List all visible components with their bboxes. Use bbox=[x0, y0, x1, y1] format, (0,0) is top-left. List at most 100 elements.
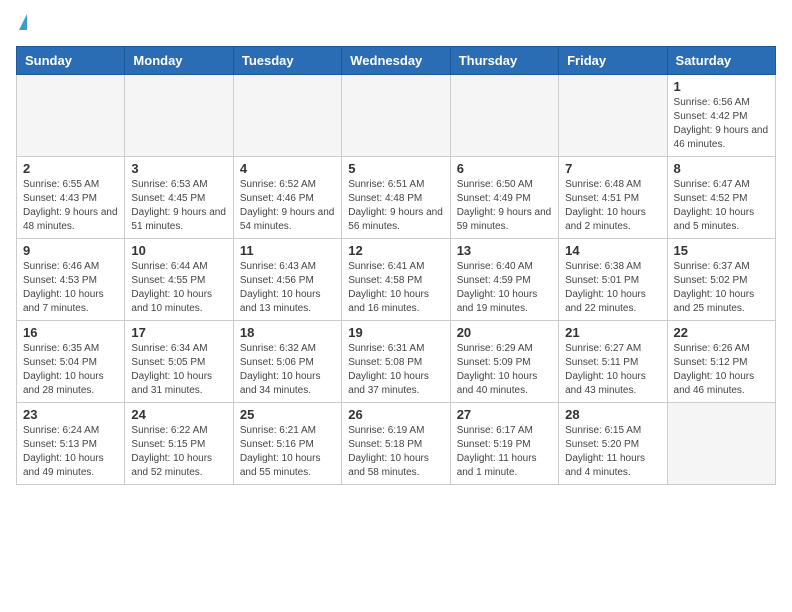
day-number: 11 bbox=[240, 243, 335, 258]
day-number: 26 bbox=[348, 407, 443, 422]
day-info: Sunrise: 6:32 AM Sunset: 5:06 PM Dayligh… bbox=[240, 342, 335, 398]
day-info: Sunrise: 6:38 AM Sunset: 5:01 PM Dayligh… bbox=[565, 260, 660, 316]
day-info: Sunrise: 6:26 AM Sunset: 5:12 PM Dayligh… bbox=[674, 342, 769, 398]
calendar-cell: 22 Sunrise: 6:26 AM Sunset: 5:12 PM Dayli… bbox=[667, 321, 775, 403]
day-info: Sunrise: 6:41 AM Sunset: 4:58 PM Dayligh… bbox=[348, 260, 443, 316]
calendar-cell: 6 Sunrise: 6:50 AM Sunset: 4:49 PM Daylig… bbox=[450, 157, 558, 239]
calendar-cell: 23 Sunrise: 6:24 AM Sunset: 5:13 PM Dayli… bbox=[17, 403, 125, 485]
day-number: 7 bbox=[565, 161, 660, 176]
calendar-cell bbox=[125, 75, 233, 157]
calendar-header-row: SundayMondayTuesdayWednesdayThursdayFrid… bbox=[17, 47, 776, 75]
calendar-week-row: 9 Sunrise: 6:46 AM Sunset: 4:53 PM Daylig… bbox=[17, 239, 776, 321]
weekday-header: Saturday bbox=[667, 47, 775, 75]
day-number: 19 bbox=[348, 325, 443, 340]
day-info: Sunrise: 6:17 AM Sunset: 5:19 PM Dayligh… bbox=[457, 424, 552, 480]
calendar-cell: 9 Sunrise: 6:46 AM Sunset: 4:53 PM Daylig… bbox=[17, 239, 125, 321]
day-number: 25 bbox=[240, 407, 335, 422]
calendar-cell: 1 Sunrise: 6:56 AM Sunset: 4:42 PM Daylig… bbox=[667, 75, 775, 157]
day-info: Sunrise: 6:48 AM Sunset: 4:51 PM Dayligh… bbox=[565, 178, 660, 234]
day-number: 4 bbox=[240, 161, 335, 176]
day-info: Sunrise: 6:31 AM Sunset: 5:08 PM Dayligh… bbox=[348, 342, 443, 398]
day-number: 23 bbox=[23, 407, 118, 422]
calendar-week-row: 1 Sunrise: 6:56 AM Sunset: 4:42 PM Daylig… bbox=[17, 75, 776, 157]
calendar-cell: 3 Sunrise: 6:53 AM Sunset: 4:45 PM Daylig… bbox=[125, 157, 233, 239]
calendar-cell bbox=[17, 75, 125, 157]
day-number: 3 bbox=[131, 161, 226, 176]
calendar-week-row: 16 Sunrise: 6:35 AM Sunset: 5:04 PM Dayli… bbox=[17, 321, 776, 403]
weekday-header: Wednesday bbox=[342, 47, 450, 75]
calendar-cell: 20 Sunrise: 6:29 AM Sunset: 5:09 PM Dayli… bbox=[450, 321, 558, 403]
day-info: Sunrise: 6:29 AM Sunset: 5:09 PM Dayligh… bbox=[457, 342, 552, 398]
calendar-cell: 18 Sunrise: 6:32 AM Sunset: 5:06 PM Dayli… bbox=[233, 321, 341, 403]
calendar-cell: 7 Sunrise: 6:48 AM Sunset: 4:51 PM Daylig… bbox=[559, 157, 667, 239]
calendar-cell: 12 Sunrise: 6:41 AM Sunset: 4:58 PM Dayli… bbox=[342, 239, 450, 321]
logo bbox=[16, 16, 27, 38]
day-info: Sunrise: 6:37 AM Sunset: 5:02 PM Dayligh… bbox=[674, 260, 769, 316]
day-number: 9 bbox=[23, 243, 118, 258]
day-number: 5 bbox=[348, 161, 443, 176]
weekday-header: Thursday bbox=[450, 47, 558, 75]
calendar-cell: 26 Sunrise: 6:19 AM Sunset: 5:18 PM Dayli… bbox=[342, 403, 450, 485]
calendar-cell: 19 Sunrise: 6:31 AM Sunset: 5:08 PM Dayli… bbox=[342, 321, 450, 403]
day-number: 17 bbox=[131, 325, 226, 340]
day-info: Sunrise: 6:24 AM Sunset: 5:13 PM Dayligh… bbox=[23, 424, 118, 480]
day-info: Sunrise: 6:34 AM Sunset: 5:05 PM Dayligh… bbox=[131, 342, 226, 398]
calendar-week-row: 2 Sunrise: 6:55 AM Sunset: 4:43 PM Daylig… bbox=[17, 157, 776, 239]
day-info: Sunrise: 6:51 AM Sunset: 4:48 PM Dayligh… bbox=[348, 178, 443, 234]
day-number: 8 bbox=[674, 161, 769, 176]
day-number: 16 bbox=[23, 325, 118, 340]
calendar-cell bbox=[450, 75, 558, 157]
calendar-cell: 15 Sunrise: 6:37 AM Sunset: 5:02 PM Dayli… bbox=[667, 239, 775, 321]
day-info: Sunrise: 6:47 AM Sunset: 4:52 PM Dayligh… bbox=[674, 178, 769, 234]
calendar-cell: 16 Sunrise: 6:35 AM Sunset: 5:04 PM Dayli… bbox=[17, 321, 125, 403]
calendar-cell: 14 Sunrise: 6:38 AM Sunset: 5:01 PM Dayli… bbox=[559, 239, 667, 321]
calendar-cell: 28 Sunrise: 6:15 AM Sunset: 5:20 PM Dayli… bbox=[559, 403, 667, 485]
day-number: 13 bbox=[457, 243, 552, 258]
day-number: 28 bbox=[565, 407, 660, 422]
calendar-cell: 17 Sunrise: 6:34 AM Sunset: 5:05 PM Dayli… bbox=[125, 321, 233, 403]
day-number: 6 bbox=[457, 161, 552, 176]
calendar-cell bbox=[233, 75, 341, 157]
calendar-cell: 10Sunrise: 6:44 AM Sunset: 4:55 PM Dayli… bbox=[125, 239, 233, 321]
day-info: Sunrise: 6:22 AM Sunset: 5:15 PM Dayligh… bbox=[131, 424, 226, 480]
day-info: Sunrise: 6:56 AM Sunset: 4:42 PM Dayligh… bbox=[674, 96, 769, 152]
calendar-cell: 5 Sunrise: 6:51 AM Sunset: 4:48 PM Daylig… bbox=[342, 157, 450, 239]
weekday-header: Tuesday bbox=[233, 47, 341, 75]
weekday-header: Monday bbox=[125, 47, 233, 75]
day-info: Sunrise: 6:40 AM Sunset: 4:59 PM Dayligh… bbox=[457, 260, 552, 316]
calendar-cell: 4 Sunrise: 6:52 AM Sunset: 4:46 PM Daylig… bbox=[233, 157, 341, 239]
calendar-cell bbox=[342, 75, 450, 157]
day-number: 18 bbox=[240, 325, 335, 340]
calendar-table: SundayMondayTuesdayWednesdayThursdayFrid… bbox=[16, 46, 776, 485]
weekday-header: Sunday bbox=[17, 47, 125, 75]
day-number: 2 bbox=[23, 161, 118, 176]
day-number: 12 bbox=[348, 243, 443, 258]
day-info: Sunrise: 6:19 AM Sunset: 5:18 PM Dayligh… bbox=[348, 424, 443, 480]
day-info: Sunrise: 6:44 AM Sunset: 4:55 PM Dayligh… bbox=[131, 260, 226, 316]
day-number: 22 bbox=[674, 325, 769, 340]
page-header bbox=[16, 16, 776, 38]
day-info: Sunrise: 6:35 AM Sunset: 5:04 PM Dayligh… bbox=[23, 342, 118, 398]
day-number: 14 bbox=[565, 243, 660, 258]
day-number: 20 bbox=[457, 325, 552, 340]
day-info: Sunrise: 6:43 AM Sunset: 4:56 PM Dayligh… bbox=[240, 260, 335, 316]
day-info: Sunrise: 6:50 AM Sunset: 4:49 PM Dayligh… bbox=[457, 178, 552, 234]
day-number: 21 bbox=[565, 325, 660, 340]
calendar-cell: 13 Sunrise: 6:40 AM Sunset: 4:59 PM Dayli… bbox=[450, 239, 558, 321]
day-number: 24 bbox=[131, 407, 226, 422]
day-info: Sunrise: 6:27 AM Sunset: 5:11 PM Dayligh… bbox=[565, 342, 660, 398]
day-info: Sunrise: 6:15 AM Sunset: 5:20 PM Dayligh… bbox=[565, 424, 660, 480]
day-number: 15 bbox=[674, 243, 769, 258]
calendar-cell: 27 Sunrise: 6:17 AM Sunset: 5:19 PM Dayli… bbox=[450, 403, 558, 485]
day-info: Sunrise: 6:53 AM Sunset: 4:45 PM Dayligh… bbox=[131, 178, 226, 234]
calendar-week-row: 23 Sunrise: 6:24 AM Sunset: 5:13 PM Dayli… bbox=[17, 403, 776, 485]
day-info: Sunrise: 6:46 AM Sunset: 4:53 PM Dayligh… bbox=[23, 260, 118, 316]
day-info: Sunrise: 6:52 AM Sunset: 4:46 PM Dayligh… bbox=[240, 178, 335, 234]
day-info: Sunrise: 6:55 AM Sunset: 4:43 PM Dayligh… bbox=[23, 178, 118, 234]
calendar-cell: 24 Sunrise: 6:22 AM Sunset: 5:15 PM Dayli… bbox=[125, 403, 233, 485]
calendar-cell bbox=[559, 75, 667, 157]
day-info: Sunrise: 6:21 AM Sunset: 5:16 PM Dayligh… bbox=[240, 424, 335, 480]
day-number: 1 bbox=[674, 79, 769, 94]
day-number: 27 bbox=[457, 407, 552, 422]
weekday-header: Friday bbox=[559, 47, 667, 75]
